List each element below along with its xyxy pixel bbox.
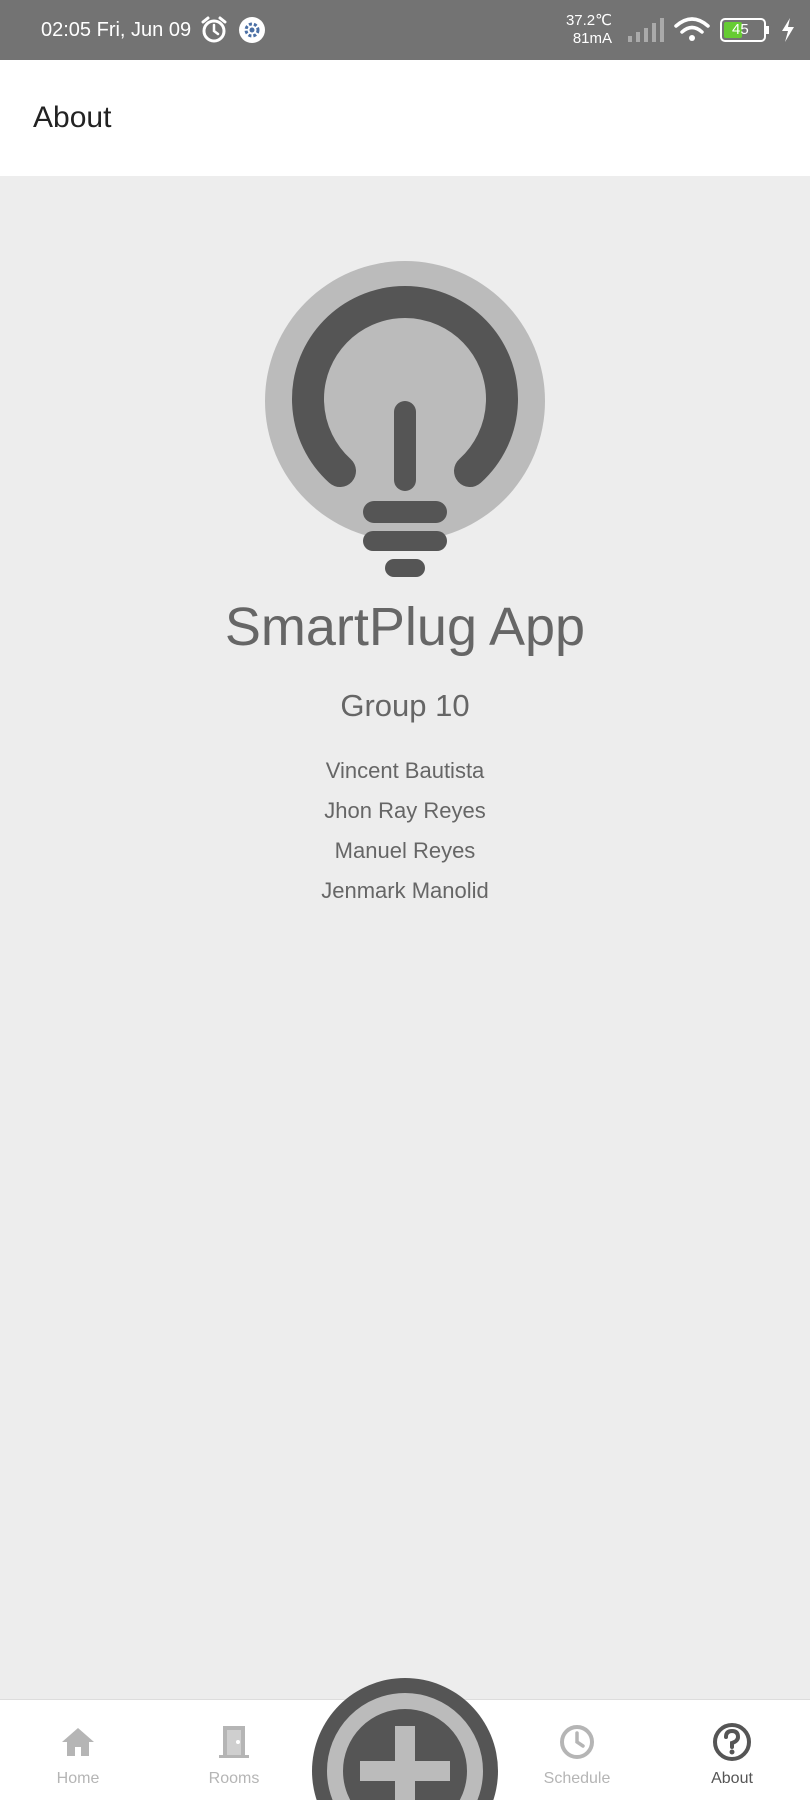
door-icon [219, 1726, 249, 1758]
battery-level: 45 [732, 21, 749, 38]
home-icon [62, 1728, 94, 1756]
signal-icon [628, 18, 664, 42]
status-right: 37.2℃ 81mA 45 [566, 0, 796, 60]
page-title: About [33, 101, 112, 134]
nav-label-about: About [711, 1770, 753, 1787]
nav-label-rooms: Rooms [208, 1770, 260, 1787]
temp-current-readout: 37.2℃ 81mA [566, 12, 612, 48]
about-content: SmartPlug App Group 10 Vincent Bautista … [0, 176, 810, 1699]
app-name: SmartPlug App [224, 597, 586, 657]
member-name: Manuel Reyes [334, 838, 476, 863]
nav-item-rooms[interactable]: Rooms [164, 1700, 304, 1800]
nav-item-about[interactable]: About [662, 1700, 802, 1800]
lightbulb-logo-icon [265, 261, 545, 577]
status-bar: 02:05 Fri, Jun 09 37.2℃ 81mA 45 [0, 0, 810, 60]
nav-label-schedule: Schedule [543, 1770, 611, 1787]
charging-icon [782, 18, 794, 42]
member-name: Vincent Bautista [325, 758, 485, 783]
group-name: Group 10 [340, 688, 470, 723]
wifi-icon [674, 17, 710, 41]
status-current: 81mA [572, 30, 612, 47]
nav-label-home: Home [56, 1770, 100, 1787]
app-header: About [0, 60, 810, 176]
nav-item-home[interactable]: Home [8, 1700, 148, 1800]
settings-notification-icon [239, 17, 266, 43]
alarm-icon [201, 16, 227, 43]
member-list: Vincent Bautista Jhon Ray Reyes Manuel R… [0, 751, 810, 911]
help-icon [713, 1723, 751, 1761]
status-time: 02:05 Fri, Jun 09 [41, 18, 192, 41]
status-temperature: 37.2℃ [565, 12, 612, 29]
nav-item-schedule[interactable]: Schedule [507, 1700, 647, 1800]
battery-indicator: 45 [720, 18, 770, 42]
clock-icon [560, 1725, 594, 1759]
add-icon [327, 1693, 483, 1800]
status-left: 02:05 Fri, Jun 09 [41, 0, 267, 60]
member-name: Jenmark Manolid [321, 878, 489, 903]
member-name: Jhon Ray Reyes [324, 798, 486, 823]
add-button[interactable] [312, 1678, 498, 1800]
